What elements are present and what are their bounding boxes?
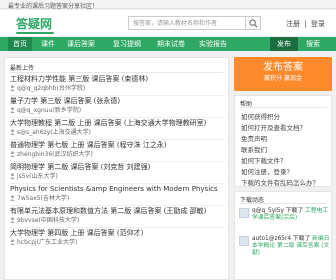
download-user[interactable]: auto1@z65r4 xyxy=(252,236,291,242)
item-title[interactable]: Physics for Scientists &amp Engineers wi… xyxy=(10,185,225,194)
user-icon xyxy=(10,129,15,135)
help-link[interactable]: 如何下载文件？ xyxy=(241,155,287,165)
logo-underline xyxy=(16,32,54,34)
item-title[interactable]: 大学物理学 第四版 上册 课后答案 (范仰才) xyxy=(10,229,225,238)
main-nav: 首页 课件 课后答案 复习提纲 期末试卷 实验报告 发布 搜索 xyxy=(0,37,336,51)
item-uploader[interactable]: js5v(山东大学) xyxy=(17,173,58,180)
search-button[interactable] xyxy=(246,16,261,30)
download-activity-panel: 下载动态 q@q_5yi5y 下载了 工程电工学课后答案(宗后) auto1@z… xyxy=(234,191,332,280)
help-divider xyxy=(239,107,327,108)
help-link[interactable]: 免责声明 xyxy=(241,133,267,143)
item-divider xyxy=(10,95,225,96)
top-bar: 最专业的课后习题答案分享社区！ xyxy=(0,0,336,10)
list-item: 工程材料力学性能 第三版 课后答案 (束德林) q@q_q2qbhb(台州学院) xyxy=(10,75,225,96)
list-item: 量子力学 第三版 课后答案 (张永德) q@q_xgnuu(新乡学院) xyxy=(10,97,225,118)
help-link[interactable]: 如何获得积分 xyxy=(241,111,280,121)
panel-heading: 最新上传 xyxy=(10,65,35,72)
item-divider xyxy=(10,183,225,184)
download-verb: 下载了 xyxy=(292,236,311,242)
search-icon xyxy=(249,19,258,28)
site-header: 答疑网 搜答案，请输入教材名称和作者 注册 | 登录 xyxy=(0,10,336,36)
item-uploader[interactable]: q@q_xgnuu(新乡学院) xyxy=(17,107,81,114)
help-link[interactable]: 下载的文件有乱码怎么办？ xyxy=(241,177,319,187)
nav-answers[interactable]: 课后答案 xyxy=(64,37,98,51)
site-logo[interactable]: 答疑网 xyxy=(16,15,54,31)
item-title[interactable]: 有限单元法基本原理和数值方法 第二版 课后答案 (王勖成 邵敏) xyxy=(10,207,225,216)
nav-review[interactable]: 复习提纲 xyxy=(110,37,144,51)
register-link[interactable]: 注册 xyxy=(286,20,300,28)
help-link[interactable]: 联系我们 xyxy=(241,144,267,154)
user-icon xyxy=(10,195,15,201)
auth-links: 注册 | 登录 xyxy=(286,19,327,29)
list-item: 简明物理学 第二版 课后答案 (刘克哲 刘建强) js5v(山东大学) xyxy=(10,163,225,184)
auth-divider: | xyxy=(304,20,307,28)
list-item: 大学物理教程 第二版 上册 课后答案 (上海交通大学物理教研室) s@s_ah6… xyxy=(10,119,225,140)
nav-search-button[interactable]: 搜索 xyxy=(298,37,328,51)
item-title[interactable]: 量子力学 第三版 课后答案 (张永德) xyxy=(10,97,225,106)
nav-home[interactable]: 首页 xyxy=(8,37,32,51)
item-title[interactable]: 简明物理学 第二版 课后答案 (刘克哲 刘建强) xyxy=(10,163,225,172)
avatar xyxy=(239,208,249,218)
item-divider xyxy=(10,139,225,140)
login-link[interactable]: 登录 xyxy=(311,20,325,28)
item-uploader[interactable]: 7w5ax5(吉林大学) xyxy=(17,195,69,202)
item-divider xyxy=(10,161,225,162)
site-slogan: 最专业的课后习题答案分享社区！ xyxy=(8,3,99,10)
nav-exams[interactable]: 期末试卷 xyxy=(154,37,188,51)
item-uploader[interactable]: 9bvvse(中国科技大学) xyxy=(17,217,79,224)
downloads-divider xyxy=(239,203,327,204)
user-icon xyxy=(10,239,15,245)
list-item: 大学物理学 第四版 上册 课后答案 (范仰才) hcbcpj(广东工业大学) xyxy=(10,229,225,247)
avatar xyxy=(239,236,249,246)
item-uploader[interactable]: zhengbin36(武汉纺织大学) xyxy=(17,151,93,158)
user-icon xyxy=(10,107,15,113)
nav-courseware[interactable]: 课件 xyxy=(38,37,58,51)
latest-uploads-panel: 最新上传 工程材料力学性能 第三版 课后答案 (束德林) q@q_q2qbhb(… xyxy=(4,57,229,280)
list-item: 有限单元法基本原理和数值方法 第二版 课后答案 (王勖成 邵敏) 9bvvse(… xyxy=(10,207,225,228)
list-item: 普通物理学 第七版 上册 课后答案 (程守洙 江之永) zhengbin36(武… xyxy=(10,141,225,162)
help-link[interactable]: 如何注册，登录？ xyxy=(241,166,293,176)
user-icon xyxy=(10,151,15,157)
user-icon xyxy=(10,217,15,223)
help-link[interactable]: 如何打开及查看文档？ xyxy=(241,122,306,132)
item-uploader[interactable]: q@q_q2qbhb(台州学院) xyxy=(17,85,85,92)
item-title[interactable]: 大学物理教程 第二版 上册 课后答案 (上海交通大学物理教研室) xyxy=(10,119,225,128)
search-input[interactable]: 搜答案，请输入教材名称和作者 xyxy=(128,16,246,30)
item-divider xyxy=(10,205,225,206)
user-icon xyxy=(10,173,15,179)
user-icon xyxy=(10,85,15,91)
help-panel: 帮助 如何获得积分 如何打开及查看文档？ 免责声明 联系我们 如何下载文件？ 如… xyxy=(234,95,332,187)
nav-publish-button[interactable]: 发布 xyxy=(270,37,298,51)
publish-banner-subtitle: 赢积分 赢现金 xyxy=(264,75,302,82)
item-title[interactable]: 工程材料力学性能 第三版 课后答案 (束德林) xyxy=(10,75,225,84)
item-divider xyxy=(10,227,225,228)
nav-lab-reports[interactable]: 实验报告 xyxy=(196,37,230,51)
publish-banner-title: 发布答案 xyxy=(263,62,303,73)
publish-answer-banner[interactable]: 发布答案 赢积分 赢现金 xyxy=(234,57,332,91)
item-uploader[interactable]: hcbcpj(广东工业大学) xyxy=(17,239,77,246)
list-item: Physics for Scientists &amp Engineers wi… xyxy=(10,185,225,206)
download-verb: 下载了 xyxy=(285,208,304,214)
item-uploader[interactable]: s@s_ah6zy(上海交通大学) xyxy=(17,129,91,136)
item-divider xyxy=(10,117,225,118)
panel-divider xyxy=(10,72,223,73)
download-user[interactable]: q@q_5yi5y xyxy=(252,208,284,214)
item-title[interactable]: 普通物理学 第七版 上册 课后答案 (程守洙 江之永) xyxy=(10,141,225,150)
